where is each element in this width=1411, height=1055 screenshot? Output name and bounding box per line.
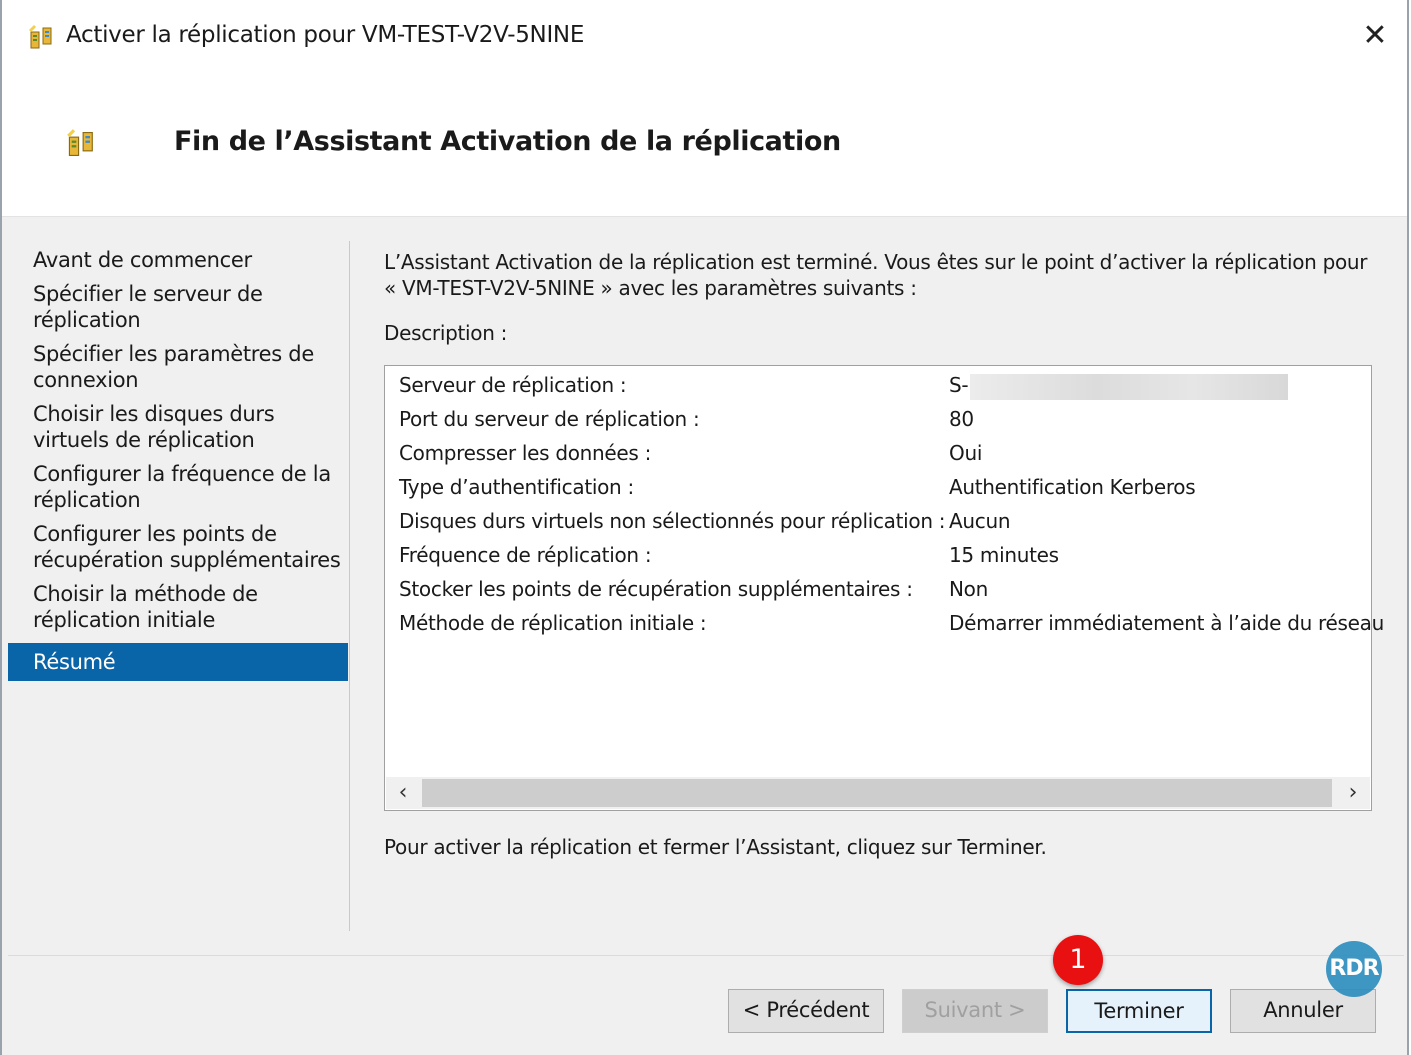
setting-value: Authentification Kerberos (949, 475, 1196, 499)
nav-step-replication-frequency[interactable]: Configurer la fréquence de la réplicatio… (8, 459, 348, 519)
setting-value: 15 minutes (949, 543, 1059, 567)
setting-label: Méthode de réplication initiale : (399, 611, 707, 635)
setting-label: Stocker les points de récupération suppl… (399, 577, 913, 601)
setting-value: Aucun (949, 509, 1011, 533)
description-label: Description : (384, 321, 508, 345)
wizard-window: Activer la réplication pour VM-TEST-V2V-… (0, 0, 1409, 1055)
intro-text: L’Assistant Activation de la réplication… (384, 249, 1379, 301)
scroll-left-arrow-icon[interactable]: ‹ (386, 777, 420, 809)
finish-hint-text: Pour activer la réplication et fermer l’… (384, 835, 1047, 859)
nav-step-summary[interactable]: Résumé (8, 643, 348, 681)
intro-line-1: L’Assistant Activation de la réplication… (384, 250, 1368, 274)
wizard-header: Fin de l’Assistant Activation de la répl… (2, 76, 1407, 217)
previous-button[interactable]: < Précédent (728, 989, 884, 1033)
nav-step-recovery-points[interactable]: Configurer les points de récupération su… (8, 519, 348, 579)
replication-wizard-icon (29, 25, 52, 49)
nav-step-replica-server[interactable]: Spécifier le serveur de réplication (8, 279, 348, 339)
setting-label: Port du serveur de réplication : (399, 407, 700, 431)
footer-divider (8, 955, 1404, 956)
nav-step-before-you-begin[interactable]: Avant de commencer (8, 245, 348, 279)
scrollbar-thumb[interactable] (422, 779, 1332, 807)
horizontal-scrollbar[interactable]: ‹ › (386, 777, 1370, 809)
step-annotation-badge: 1 (1053, 935, 1103, 985)
setting-value: Oui (949, 441, 983, 465)
redacted-block (970, 373, 1289, 400)
setting-label: Fréquence de réplication : (399, 543, 652, 567)
close-button[interactable]: ✕ (1351, 14, 1399, 58)
replication-wizard-icon (67, 129, 93, 156)
wizard-body: Avant de commencer Spécifier le serveur … (2, 217, 1407, 1055)
page-title: Fin de l’Assistant Activation de la répl… (174, 126, 841, 157)
setting-value: S- (949, 370, 1289, 400)
scroll-right-arrow-icon[interactable]: › (1336, 777, 1370, 809)
setting-label: Compresser les données : (399, 441, 652, 465)
replica-server-value: S- (949, 373, 969, 397)
nav-divider (349, 241, 350, 931)
finish-button[interactable]: Terminer (1066, 989, 1212, 1033)
setting-value: Démarrer immédiatement à l’aide du résea… (949, 611, 1384, 635)
setting-value: 80 (949, 407, 974, 431)
nav-step-initial-method[interactable]: Choisir la méthode de réplication initia… (8, 579, 348, 639)
rdr-watermark-logo: RDR (1326, 941, 1382, 997)
next-button[interactable]: Suivant > (902, 989, 1048, 1033)
settings-summary-list[interactable]: Serveur de réplication : S- Port du serv… (384, 365, 1384, 811)
setting-value: Non (949, 577, 988, 601)
intro-line-2: « VM-TEST-V2V-5NINE » avec les paramètre… (384, 276, 917, 300)
summary-content: L’Assistant Activation de la réplication… (384, 249, 1384, 859)
title-bar: Activer la réplication pour VM-TEST-V2V-… (2, 0, 1407, 76)
setting-label: Type d’authentification : (399, 475, 634, 499)
setting-label: Serveur de réplication : (399, 373, 627, 397)
wizard-steps-nav: Avant de commencer Spécifier le serveur … (8, 245, 348, 681)
nav-step-connection-params[interactable]: Spécifier les paramètres de connexion (8, 339, 348, 399)
window-title: Activer la réplication pour VM-TEST-V2V-… (66, 22, 585, 48)
setting-label: Disques durs virtuels non sélectionnés p… (399, 509, 946, 533)
nav-step-replication-vhds[interactable]: Choisir les disques durs virtuels de rép… (8, 399, 348, 459)
